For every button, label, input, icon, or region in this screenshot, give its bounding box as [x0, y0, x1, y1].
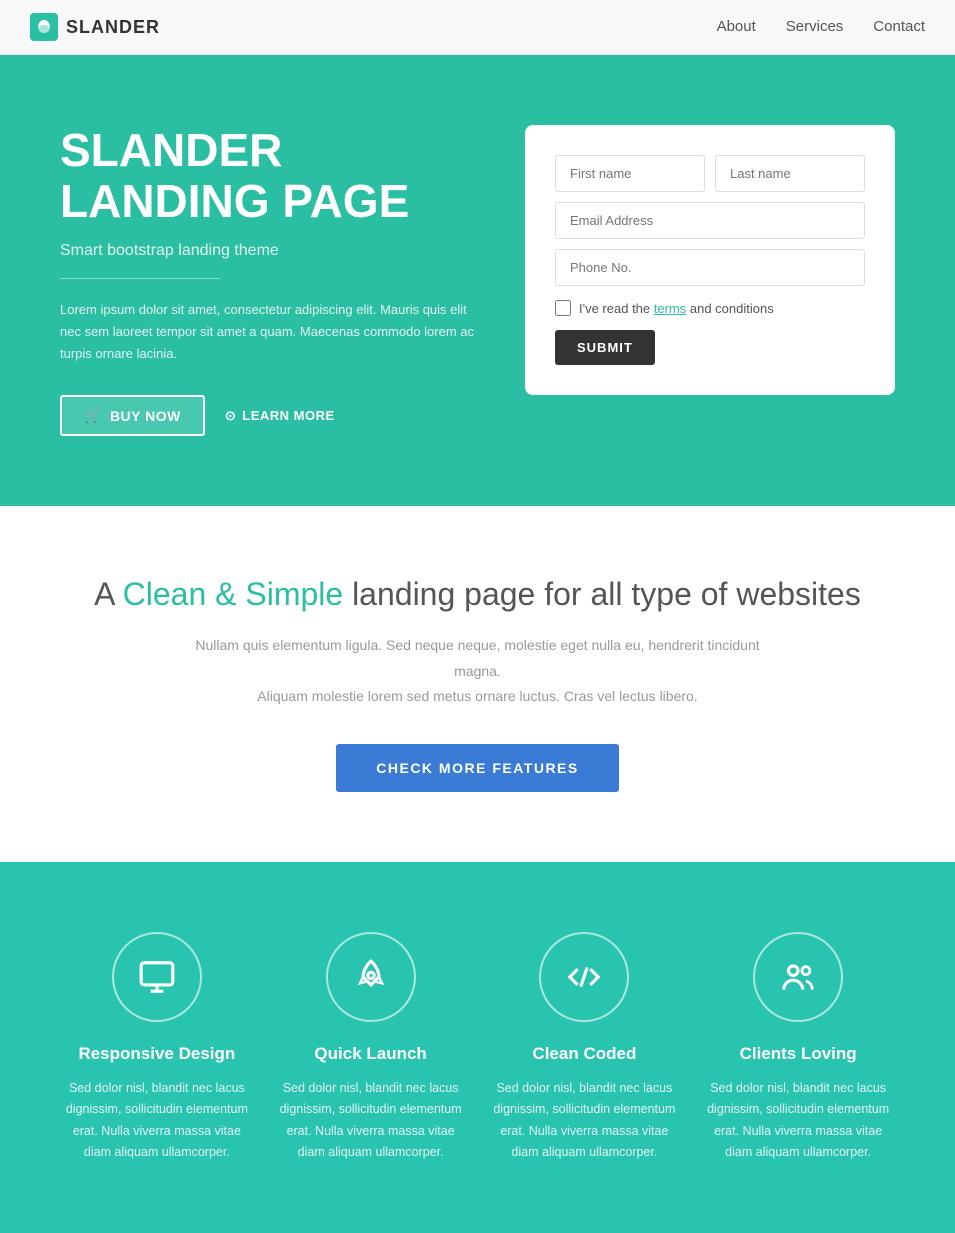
signup-form-card: I've read the terms and conditions SUBMI… [525, 125, 895, 395]
users-icon-circle [753, 932, 843, 1022]
monitor-icon-circle [112, 932, 202, 1022]
brand-logo-icon [30, 13, 58, 41]
terms-checkbox[interactable] [555, 300, 571, 316]
circle-icon: ⊙ [225, 408, 236, 424]
rocket-icon [352, 958, 390, 996]
terms-check: I've read the terms and conditions [555, 300, 865, 316]
nav-contact[interactable]: Contact [873, 18, 925, 35]
rocket-icon-circle [326, 932, 416, 1022]
nav-about[interactable]: About [717, 18, 756, 35]
feature-card-clients: Clients Loving Sed dolor nisl, blandit n… [701, 932, 895, 1163]
brand-logo-area: SLANDER [30, 13, 160, 41]
clean-coded-title: Clean Coded [488, 1044, 682, 1064]
features-intro-title: A Clean & Simple landing page for all ty… [60, 576, 895, 613]
check-features-button[interactable]: CHECK MORE FEATURES [336, 744, 618, 792]
first-name-input[interactable] [555, 155, 705, 192]
features-intro-section: A Clean & Simple landing page for all ty… [0, 506, 955, 862]
feature-card-launch: Quick Launch Sed dolor nisl, blandit nec… [274, 932, 468, 1163]
hero-content: SLANDER LANDING PAGE Smart bootstrap lan… [60, 125, 480, 436]
features-intro-description: Nullam quis elementum ligula. Sed neque … [178, 633, 778, 709]
phone-input[interactable] [555, 249, 865, 286]
terms-link[interactable]: terms [654, 301, 687, 316]
phone-row [555, 249, 865, 286]
code-icon-circle [539, 932, 629, 1022]
code-icon [565, 958, 603, 996]
terms-label: I've read the terms and conditions [579, 301, 774, 316]
email-row [555, 202, 865, 239]
responsive-design-desc: Sed dolor nisl, blandit nec lacus dignis… [60, 1078, 254, 1163]
clean-coded-desc: Sed dolor nisl, blandit nec lacus dignis… [488, 1078, 682, 1163]
quick-launch-title: Quick Launch [274, 1044, 468, 1064]
name-row [555, 155, 865, 192]
cart-icon: 🛒 [84, 407, 102, 424]
responsive-design-title: Responsive Design [60, 1044, 254, 1064]
hero-title: SLANDER LANDING PAGE [60, 125, 480, 226]
features-cards-section: Responsive Design Sed dolor nisl, blandi… [0, 862, 955, 1233]
nav-links: About Services Contact [717, 18, 925, 36]
users-icon [779, 958, 817, 996]
feature-card-code: Clean Coded Sed dolor nisl, blandit nec … [488, 932, 682, 1163]
clients-loving-desc: Sed dolor nisl, blandit nec lacus dignis… [701, 1078, 895, 1163]
email-input[interactable] [555, 202, 865, 239]
clients-loving-title: Clients Loving [701, 1044, 895, 1064]
hero-description: Lorem ipsum dolor sit amet, consectetur … [60, 299, 480, 365]
learn-more-button[interactable]: ⊙ LEARN MORE [225, 408, 335, 424]
last-name-input[interactable] [715, 155, 865, 192]
monitor-icon [138, 958, 176, 996]
submit-button[interactable]: SUBMIT [555, 330, 655, 365]
feature-card-responsive: Responsive Design Sed dolor nisl, blandi… [60, 932, 254, 1163]
quick-launch-desc: Sed dolor nisl, blandit nec lacus dignis… [274, 1078, 468, 1163]
nav-services[interactable]: Services [786, 18, 844, 35]
buy-now-button[interactable]: 🛒 BUY NOW [60, 395, 205, 436]
hero-divider [60, 278, 220, 279]
navbar: SLANDER About Services Contact [0, 0, 955, 55]
hero-buttons: 🛒 BUY NOW ⊙ LEARN MORE [60, 395, 480, 436]
hero-subtitle: Smart bootstrap landing theme [60, 242, 480, 260]
brand-name: SLANDER [66, 17, 160, 38]
hero-section: SLANDER LANDING PAGE Smart bootstrap lan… [0, 55, 955, 506]
